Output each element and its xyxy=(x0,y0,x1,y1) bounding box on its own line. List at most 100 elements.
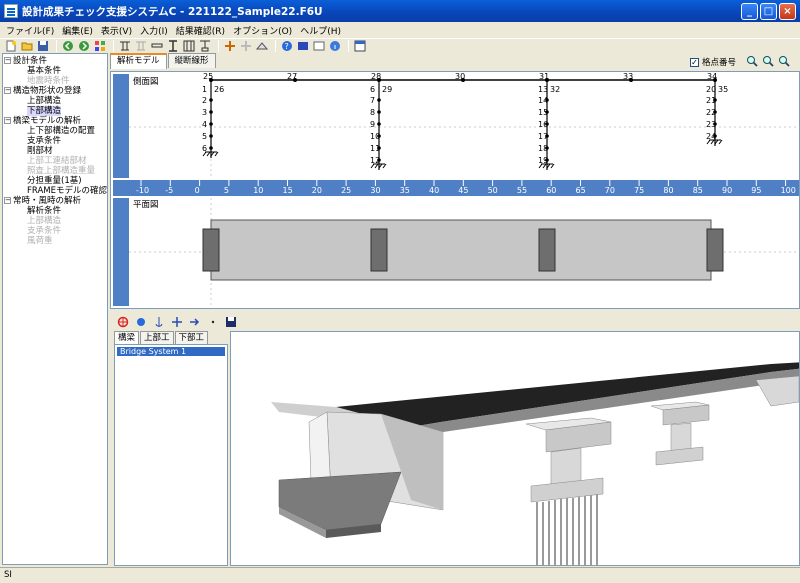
tree-collapse-icon[interactable]: − xyxy=(4,87,11,94)
tab-superstructure[interactable]: 上部工 xyxy=(140,331,174,344)
ruler-tick-label: 5 xyxy=(224,186,229,195)
close-button[interactable]: × xyxy=(779,2,796,20)
menu-bar: ファイル(F) 編集(E) 表示(V) 入力(I) 結果確認(R) オプション(… xyxy=(0,22,800,38)
pier-node xyxy=(377,110,381,114)
tree-item[interactable]: 設計条件 xyxy=(13,56,47,66)
3d-view[interactable] xyxy=(230,331,800,566)
menu-view[interactable]: 表示(V) xyxy=(97,24,136,37)
menu-help[interactable]: ヘルプ(H) xyxy=(296,24,345,37)
tree-collapse-icon[interactable]: − xyxy=(4,57,11,64)
new-file-icon[interactable] xyxy=(4,40,18,52)
node-label: 25 xyxy=(203,72,213,81)
tree-item[interactable]: 下部構造 xyxy=(27,106,62,116)
tree-item[interactable]: 分担重量(1基) xyxy=(27,176,82,186)
tree-item[interactable]: 構造物形状の登録 xyxy=(13,86,81,96)
tree-item[interactable]: 上部工連結部材 xyxy=(27,156,87,166)
tree-collapse-icon[interactable]: − xyxy=(4,117,11,124)
node-label: 14 xyxy=(538,96,548,105)
minimize-button[interactable]: _ xyxy=(741,2,758,20)
ruler-tick-label: 55 xyxy=(517,186,527,195)
pan-icon[interactable] xyxy=(134,316,148,328)
tree-item[interactable]: 橋梁モデルの解析 xyxy=(13,116,81,126)
column-icon[interactable] xyxy=(166,39,180,52)
toolbar: ? xyxy=(0,38,800,52)
zoom-in-icon[interactable] xyxy=(746,55,758,67)
model-canvas[interactable]: 側面図 平面図 25 27 28 30 31 33 34 1 26 2 3 4 5 6 6 29 7 8 9 10 11… xyxy=(110,71,800,309)
ruler-tick-label: 10 xyxy=(253,186,263,195)
node-label: 5 xyxy=(202,132,207,141)
info-icon[interactable] xyxy=(328,40,342,52)
toolbar-separator xyxy=(218,39,219,52)
menu-edit[interactable]: 編集(E) xyxy=(58,24,97,37)
maximize-button[interactable]: □ xyxy=(760,2,777,20)
node-label: 2 xyxy=(202,96,207,105)
ruler-tick-label: 100 xyxy=(781,186,796,195)
node-label: 32 xyxy=(550,85,560,94)
menu-options[interactable]: オプション(O) xyxy=(229,24,296,37)
tab-bridge[interactable]: 構梁 xyxy=(114,331,140,344)
tree-item[interactable]: 照査上部構造重量 xyxy=(27,166,95,176)
save-view-icon[interactable] xyxy=(224,316,238,328)
menu-input[interactable]: 入力(I) xyxy=(136,24,172,37)
tree-item[interactable]: 支承条件 xyxy=(27,136,61,146)
back-icon[interactable] xyxy=(61,40,75,52)
plan-abutment-right xyxy=(706,228,724,272)
pier-node xyxy=(209,110,213,114)
beam-icon[interactable] xyxy=(150,40,164,52)
tree-item[interactable]: 常時・風時の解析 xyxy=(13,196,81,206)
ruler-tick-label: 30 xyxy=(370,186,380,195)
forward-icon[interactable] xyxy=(77,40,91,52)
tab-analysis-model[interactable]: 解析モデル xyxy=(110,53,167,69)
window-title: 設計成果チェック支援システムC - 221122_Sample22.F6U xyxy=(22,5,323,18)
tree-item[interactable]: 風荷重 xyxy=(27,236,53,246)
pier-disabled-icon xyxy=(134,40,148,52)
node-label: 8 xyxy=(370,108,375,117)
open-folder-icon[interactable] xyxy=(20,40,34,52)
anchor-icon[interactable] xyxy=(152,316,166,328)
ruler-tick-label: 85 xyxy=(693,186,703,195)
window-icon[interactable] xyxy=(353,40,367,52)
deck-surface xyxy=(336,362,799,427)
move-icon[interactable] xyxy=(170,316,184,328)
tree-item[interactable]: 上部構造 xyxy=(27,216,61,226)
zoom-fit-icon[interactable] xyxy=(778,55,790,67)
arrow-icon[interactable] xyxy=(188,316,202,328)
toolbar-separator xyxy=(348,39,349,52)
checkbox-box[interactable]: ✓ xyxy=(690,57,699,67)
model-disabled-icon xyxy=(239,40,253,52)
section-icon[interactable] xyxy=(255,40,269,52)
pile-icon[interactable] xyxy=(198,40,212,52)
help-icon[interactable]: ? xyxy=(280,40,294,52)
model-drawing: 側面図 平面図 25 27 28 30 31 33 341 26234566 297891011… xyxy=(113,72,799,306)
node-number-checkbox[interactable]: ✓ 格点番号 xyxy=(690,56,736,68)
menu-results[interactable]: 結果確認(R) xyxy=(172,24,229,37)
save-icon[interactable] xyxy=(36,40,50,52)
menu-file[interactable]: ファイル(F) xyxy=(2,24,58,37)
apps-icon[interactable] xyxy=(93,40,107,52)
rotate-icon[interactable] xyxy=(116,316,130,328)
ruler-tick-label: -10 xyxy=(136,186,149,195)
tree-item[interactable]: FRAMEモデルの確認 xyxy=(27,186,107,196)
tab-substructure[interactable]: 下部工 xyxy=(174,331,209,344)
tree-item[interactable]: 基本条件 xyxy=(27,66,61,76)
list-item[interactable]: Bridge System 1 xyxy=(117,347,225,356)
tree-item[interactable]: 地震時条件 xyxy=(27,76,70,86)
zoom-out-icon[interactable] xyxy=(762,55,774,67)
tree-item[interactable]: 解析条件 xyxy=(27,206,61,216)
model-icon[interactable] xyxy=(223,40,237,52)
frame-icon[interactable] xyxy=(182,40,196,52)
tree-item[interactable]: 上下部構造の配置 xyxy=(27,126,95,136)
tree-item[interactable]: 剛部材 xyxy=(27,146,53,156)
abutment-right xyxy=(755,375,799,407)
pier-icon[interactable] xyxy=(118,40,132,52)
image-icon[interactable] xyxy=(312,40,326,52)
tree-collapse-icon[interactable]: − xyxy=(4,197,11,204)
tree-item[interactable]: 支承条件 xyxy=(27,226,61,236)
lower-tabs: 構梁 上部工 下部工 xyxy=(114,331,209,344)
toolbar-separator xyxy=(56,39,57,52)
node-label: 23 xyxy=(706,120,716,129)
book-icon[interactable] xyxy=(296,40,310,52)
tree-item[interactable]: 上部構造 xyxy=(27,96,61,106)
dot-icon[interactable] xyxy=(206,316,220,328)
tab-longitudinal-alignment[interactable]: 縦断線形 xyxy=(167,53,216,68)
